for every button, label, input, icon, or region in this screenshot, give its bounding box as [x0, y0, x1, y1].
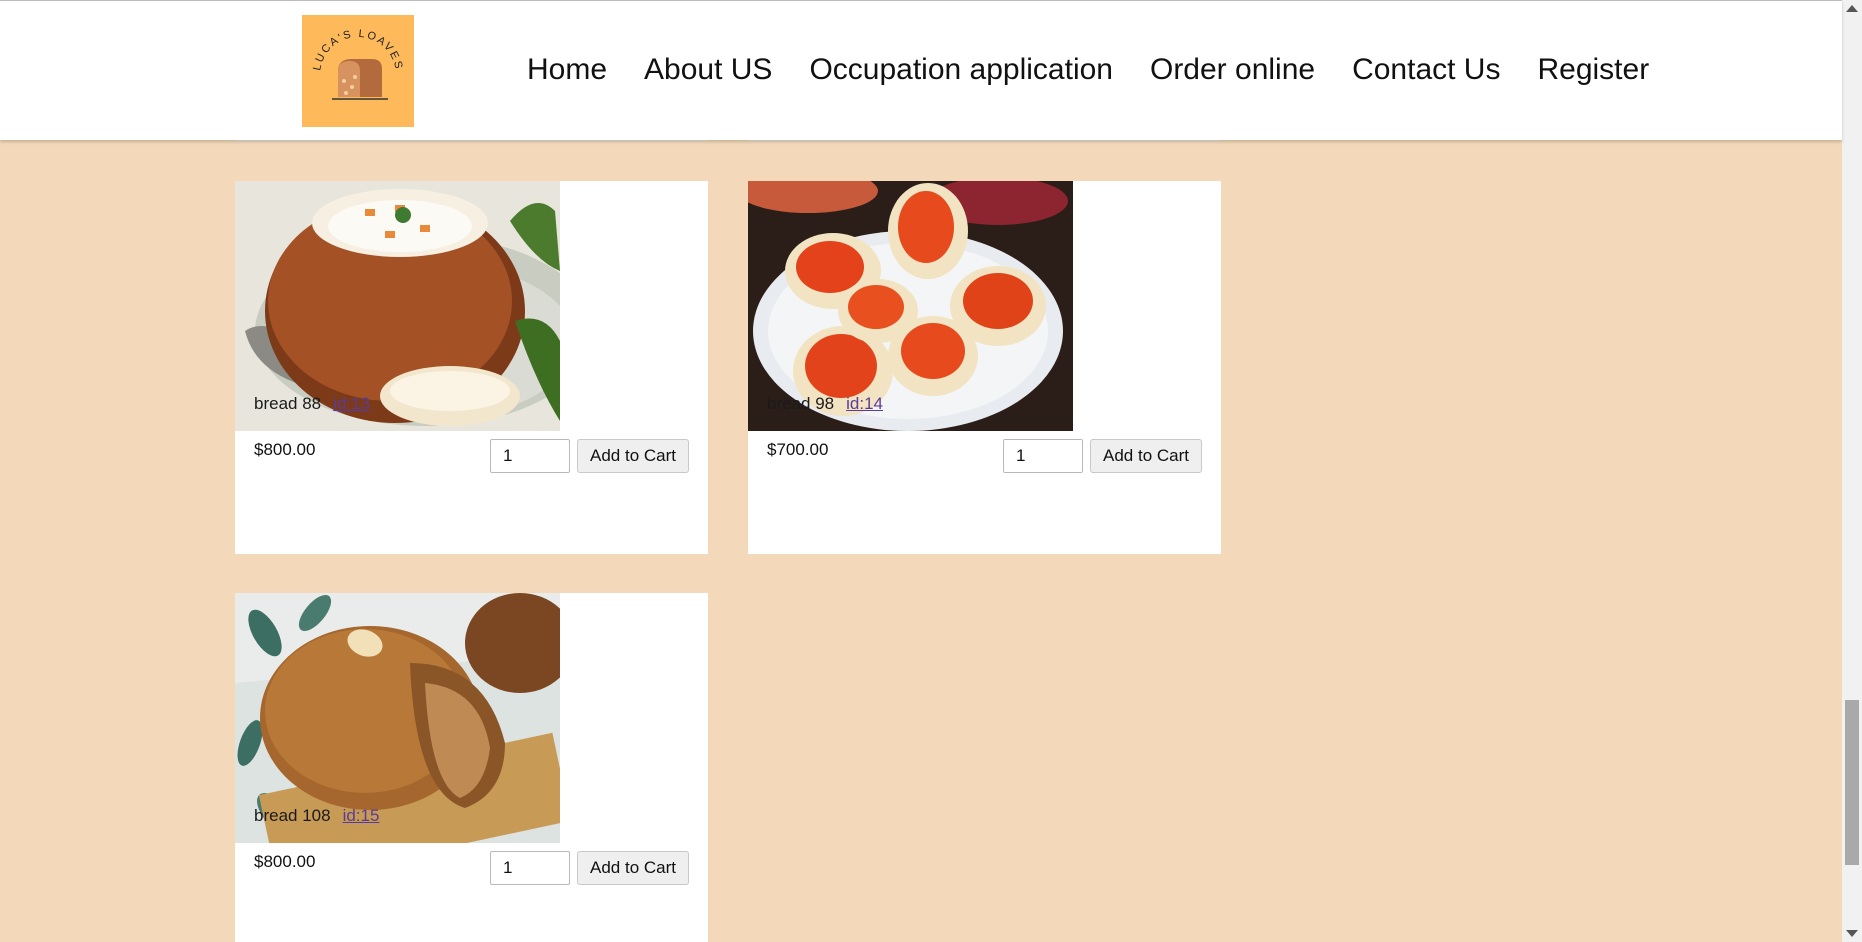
nav-occupation-application[interactable]: Occupation application — [809, 50, 1113, 90]
quantity-input[interactable] — [1003, 439, 1083, 473]
nav-order-online[interactable]: Order online — [1150, 50, 1315, 90]
product-price: $800.00 — [254, 440, 316, 459]
product-card: bread 98 id:14 $700.00 Add to Cart — [748, 181, 1221, 554]
product-name: bread 98 — [767, 394, 835, 413]
nav-home[interactable]: Home — [527, 50, 607, 90]
add-to-cart-button[interactable]: Add to Cart — [577, 851, 689, 885]
nav-contact-us[interactable]: Contact Us — [1352, 50, 1500, 90]
add-to-cart-button[interactable]: Add to Cart — [1090, 439, 1202, 473]
add-to-cart-button[interactable]: Add to Cart — [577, 439, 689, 473]
quantity-input[interactable] — [490, 851, 570, 885]
scroll-down-icon[interactable] — [1846, 930, 1858, 937]
product-name: bread 108 — [254, 806, 331, 825]
loaf-logo-icon: LUCA'S LOAVES — [311, 28, 403, 100]
product-caption: bread 98 id:14 — [767, 394, 883, 414]
scroll-up-icon[interactable] — [1846, 5, 1858, 12]
product-id-link[interactable]: id:13 — [333, 394, 370, 413]
product-id-link[interactable]: id:15 — [343, 806, 380, 825]
product-card: bread 88 id:13 $800.00 Add to Cart — [235, 181, 708, 554]
product-id-link[interactable]: id:14 — [846, 394, 883, 413]
product-price: $700.00 — [767, 440, 829, 459]
product-price: $800.00 — [254, 852, 316, 871]
site-logo[interactable]: LUCA'S LOAVES — [302, 15, 414, 127]
site-header: LUCA'S LOAVES Home About US Occupation a… — [0, 0, 1842, 140]
nav-about-us[interactable]: About US — [644, 50, 772, 90]
quantity-input[interactable] — [490, 439, 570, 473]
nav-register[interactable]: Register — [1537, 50, 1649, 90]
product-caption: bread 108 id:15 — [254, 806, 379, 826]
product-caption: bread 88 id:13 — [254, 394, 370, 414]
product-name: bread 88 — [254, 394, 322, 413]
product-card: bread 108 id:15 $800.00 Add to Cart — [235, 593, 708, 942]
scrollbar-thumb[interactable] — [1845, 700, 1859, 865]
main-nav: Home About US Occupation application Ord… — [527, 50, 1686, 90]
page-scrollbar[interactable] — [1842, 0, 1862, 942]
